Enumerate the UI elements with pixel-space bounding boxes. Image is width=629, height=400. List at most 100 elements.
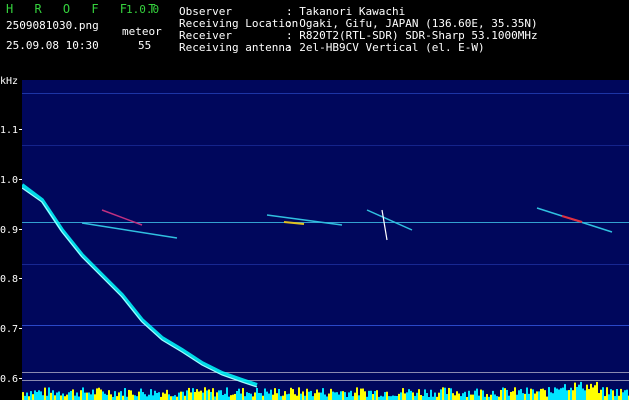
noise-bar	[602, 387, 604, 400]
noise-bar	[374, 391, 376, 400]
noise-bar	[376, 390, 378, 400]
noise-bar	[546, 396, 548, 400]
noise-bar	[218, 390, 220, 400]
noise-bar	[460, 396, 462, 400]
noise-bar	[542, 388, 544, 400]
noise-bar	[356, 387, 358, 400]
noise-bar	[286, 394, 288, 400]
noise-bar	[414, 395, 416, 400]
meteor-echo-trace	[366, 209, 413, 231]
noise-bar	[536, 391, 538, 400]
noise-bar	[470, 394, 472, 400]
noise-bar	[154, 390, 156, 400]
noise-bar	[100, 389, 102, 400]
noise-bar	[318, 392, 320, 400]
noise-bar	[108, 390, 110, 400]
noise-bar	[386, 391, 388, 400]
noise-bar	[174, 395, 176, 400]
noise-bar	[398, 393, 400, 400]
echo-overlay	[22, 183, 629, 400]
noise-bar	[588, 389, 590, 400]
noise-bar	[42, 395, 44, 400]
noise-bar	[446, 393, 448, 400]
noise-bar	[618, 395, 620, 400]
noise-bar	[606, 387, 608, 400]
noise-bar	[584, 390, 586, 400]
noise-bar	[572, 390, 574, 400]
noise-bar	[364, 391, 366, 400]
noise-bar	[556, 388, 558, 400]
noise-bar	[222, 394, 224, 400]
noise-bar	[496, 396, 498, 400]
noise-bar	[404, 393, 406, 400]
noise-bar	[508, 395, 510, 400]
noise-bar	[282, 395, 284, 400]
noise-bar	[624, 390, 626, 400]
noise-bar	[406, 392, 408, 400]
noise-bar	[622, 392, 624, 400]
noise-bar	[312, 396, 314, 400]
noise-bar	[66, 394, 68, 400]
noise-bar	[212, 388, 214, 400]
noise-bar	[134, 395, 136, 400]
noise-bar	[266, 391, 268, 400]
noise-bar	[342, 391, 344, 400]
noise-bar	[92, 389, 94, 400]
noise-bar	[338, 394, 340, 400]
noise-bar	[90, 394, 92, 400]
noise-bar	[422, 395, 424, 400]
noise-bar	[450, 388, 452, 400]
noise-bar	[182, 391, 184, 400]
noise-bar	[430, 389, 432, 400]
noise-bar	[94, 394, 96, 400]
noise-bar	[296, 395, 298, 400]
noise-bar	[570, 387, 572, 400]
noise-bar	[74, 395, 76, 400]
noise-bar	[162, 392, 164, 400]
noise-bar	[560, 388, 562, 400]
noise-bar	[294, 394, 296, 400]
noise-bar	[492, 390, 494, 400]
noise-bar	[390, 396, 392, 400]
noise-bar	[482, 390, 484, 400]
noise-bar	[478, 395, 480, 400]
noise-bar	[194, 392, 196, 400]
noise-bar	[290, 387, 292, 400]
noise-bar	[34, 390, 36, 400]
noise-bar	[368, 390, 370, 400]
noise-bar	[608, 394, 610, 400]
noise-bar	[456, 391, 458, 400]
noise-bar	[308, 391, 310, 400]
noise-bar	[204, 387, 206, 400]
noise-bar	[60, 395, 62, 400]
noise-bar	[410, 390, 412, 400]
noise-bar	[544, 390, 546, 400]
noise-bar	[306, 388, 308, 400]
noise-bar	[146, 396, 148, 400]
noise-bar	[392, 395, 394, 400]
noise-bar	[284, 391, 286, 400]
noise-bar	[538, 391, 540, 400]
noise-bar	[254, 392, 256, 400]
noise-bar	[118, 392, 120, 400]
noise-bar	[248, 392, 250, 400]
noise-bar	[170, 396, 172, 400]
meteor-label: meteor	[122, 25, 162, 38]
noise-bar	[462, 393, 464, 400]
noise-bar	[320, 392, 322, 400]
meteor-echo-trace	[81, 222, 178, 239]
noise-bar	[156, 392, 158, 400]
noise-bar	[64, 396, 66, 400]
noise-bar	[46, 395, 48, 400]
noise-bar	[228, 396, 230, 400]
noise-bar	[502, 387, 504, 400]
app-version: 1.0.0	[126, 3, 160, 16]
noise-bar	[316, 389, 318, 400]
noise-bar	[402, 388, 404, 400]
noise-bar	[614, 396, 616, 400]
noise-bar	[568, 390, 570, 400]
noise-bar	[104, 393, 106, 400]
noise-bar	[412, 392, 414, 400]
noise-bar	[116, 396, 118, 400]
noise-bar	[226, 387, 228, 400]
